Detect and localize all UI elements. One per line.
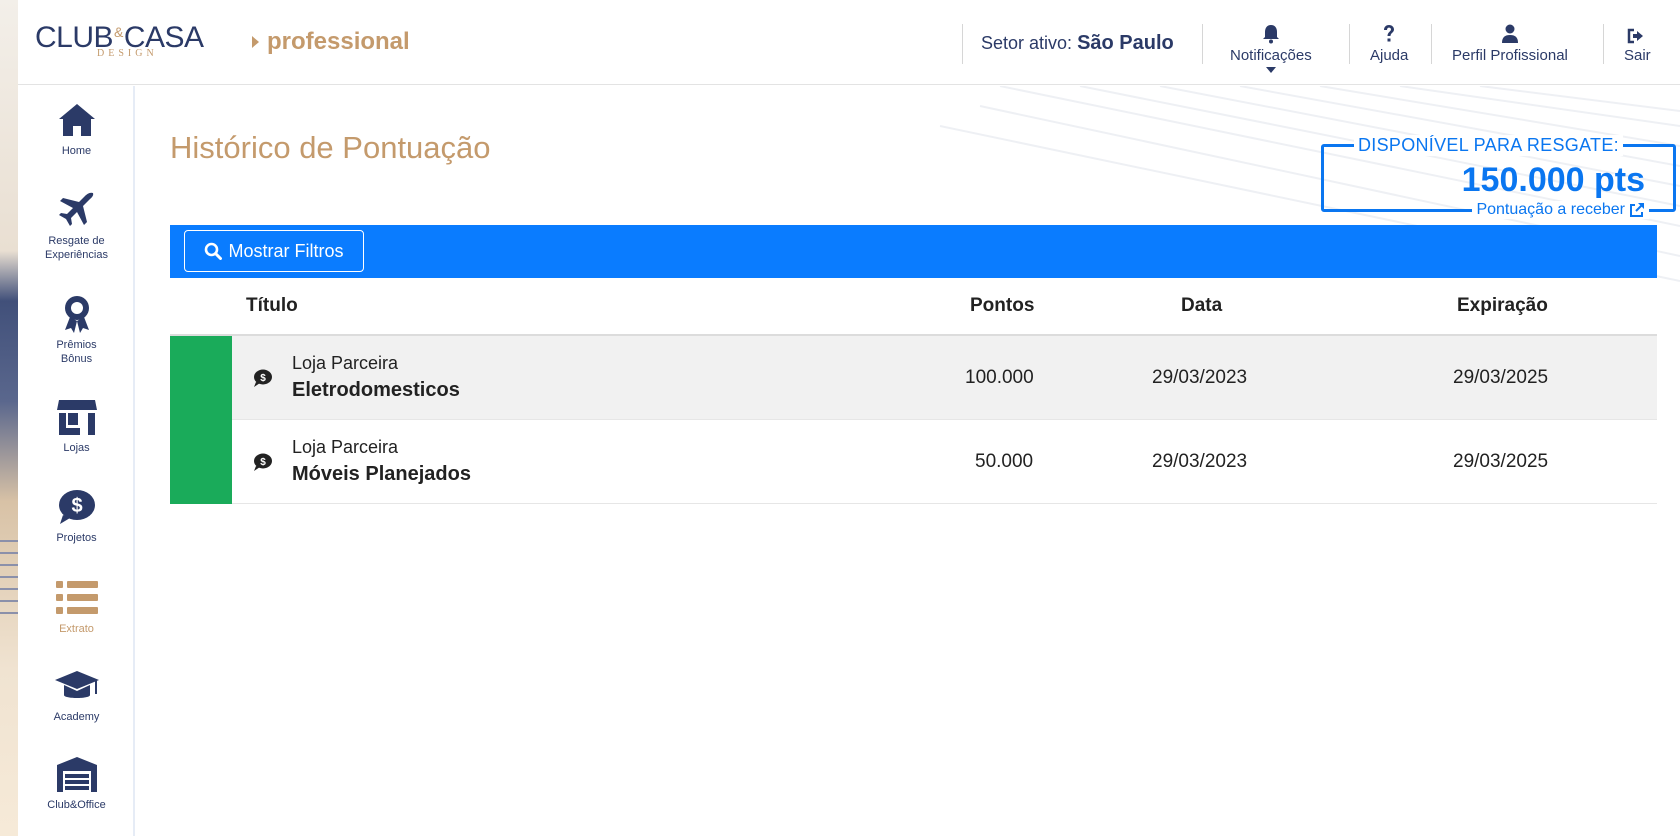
sidebar-item-club-office[interactable]: Club&Office xyxy=(18,754,135,812)
main-content: Histórico de Pontuação DISPONÍVEL PARA R… xyxy=(137,86,1680,836)
background-decoration xyxy=(0,0,18,836)
points-to-receive-link[interactable]: Pontuação a receber xyxy=(1472,201,1649,219)
page-title: Histórico de Pontuação xyxy=(170,130,491,165)
store-icon xyxy=(56,400,97,435)
points-history-table: Título Pontos Data Expiração $ Loja Parc… xyxy=(170,278,1657,504)
table-row[interactable]: $ Loja Parceira Móveis Planejados 50.000… xyxy=(170,420,1657,504)
active-sector-value: São Paulo xyxy=(1077,32,1174,54)
sidebar-item-stores[interactable]: Lojas xyxy=(18,397,135,455)
header-divider xyxy=(962,24,963,64)
bell-icon xyxy=(1262,25,1279,44)
professional-profile-button[interactable]: Perfil Profissional xyxy=(1452,20,1568,64)
caret-right-icon xyxy=(252,36,259,48)
column-header-date: Data xyxy=(1181,295,1223,316)
top-header: CLUB&CASA DESIGN professional Setor ativ… xyxy=(18,0,1680,85)
table-row[interactable]: $ Loja Parceira Eletrodomesticos 100.000… xyxy=(170,336,1657,420)
search-icon xyxy=(205,242,223,260)
active-sector: Setor ativo: São Paulo xyxy=(981,32,1174,54)
logout-button[interactable]: Sair xyxy=(1624,20,1651,64)
available-points-card: DISPONÍVEL PARA RESGATE: 150.000 pts Pon… xyxy=(1321,135,1676,219)
header-divider xyxy=(1202,24,1203,64)
question-icon xyxy=(1384,25,1395,42)
external-link-icon xyxy=(1630,203,1644,217)
available-points-value: 150.000 pts xyxy=(1461,161,1645,199)
warehouse-icon xyxy=(56,757,97,792)
home-icon xyxy=(58,104,95,136)
sidebar-item-statement[interactable]: Extrato xyxy=(18,578,135,636)
chevron-down-icon xyxy=(1265,67,1276,73)
svg-text:$: $ xyxy=(260,457,266,468)
award-icon xyxy=(64,296,89,333)
sidebar-item-projects[interactable]: $ Projetos xyxy=(18,487,135,545)
entry-points: 50.000 xyxy=(975,451,1034,472)
app-window: CLUB&CASA DESIGN professional Setor ativ… xyxy=(18,0,1680,836)
airplane-icon xyxy=(58,192,93,226)
header-divider xyxy=(1603,24,1604,64)
dollar-bubble-icon: $ xyxy=(254,369,272,387)
show-filters-button[interactable]: Mostrar Filtros xyxy=(184,230,364,272)
product-label: professional xyxy=(252,28,410,56)
svg-text:$: $ xyxy=(71,495,82,517)
help-button[interactable]: Ajuda xyxy=(1370,20,1408,64)
credit-indicator xyxy=(170,420,232,504)
entry-expiration: 29/03/2025 xyxy=(1453,451,1549,472)
header-divider xyxy=(1349,24,1350,64)
user-icon xyxy=(1501,24,1518,43)
credit-indicator xyxy=(170,336,232,420)
available-points-label: DISPONÍVEL PARA RESGATE: xyxy=(1354,135,1623,156)
sidebar-item-bonus-prizes[interactable]: Prêmios Bônus xyxy=(18,294,135,366)
column-header-points: Pontos xyxy=(970,295,1035,316)
sidebar-item-home[interactable]: Home xyxy=(18,100,135,158)
dollar-bubble-icon: $ xyxy=(254,453,272,471)
entry-title: Eletrodomesticos xyxy=(292,379,460,401)
table-header: Título Pontos Data Expiração xyxy=(170,278,1657,336)
column-header-expiration: Expiração xyxy=(1457,295,1548,316)
sign-out-icon xyxy=(1628,28,1644,44)
sidebar-item-experiences[interactable]: Resgate de Experiências xyxy=(18,190,135,262)
svg-text:$: $ xyxy=(260,373,266,384)
entry-points: 100.000 xyxy=(965,367,1034,388)
list-icon xyxy=(55,581,98,614)
entry-expiration: 29/03/2025 xyxy=(1453,367,1549,388)
logo-subtitle: DESIGN xyxy=(97,48,158,59)
header-divider xyxy=(1431,24,1432,64)
column-header-title: Título xyxy=(246,295,298,316)
dollar-bubble-icon: $ xyxy=(58,490,95,524)
entry-title: Móveis Planejados xyxy=(292,463,471,485)
store-type: Loja Parceira xyxy=(292,437,399,457)
entry-date: 29/03/2023 xyxy=(1152,367,1248,388)
graduation-cap-icon xyxy=(54,671,99,698)
sidebar-nav: Home Resgate de Experiências Prêmios Bôn… xyxy=(18,86,135,836)
store-type: Loja Parceira xyxy=(292,353,399,373)
notifications-button[interactable]: Notificações xyxy=(1230,20,1312,73)
club-casa-logo[interactable]: CLUB&CASA DESIGN xyxy=(35,16,220,62)
entry-date: 29/03/2023 xyxy=(1152,451,1248,472)
sidebar-item-academy[interactable]: Academy xyxy=(18,666,135,724)
filter-toolbar: Mostrar Filtros xyxy=(170,225,1657,278)
